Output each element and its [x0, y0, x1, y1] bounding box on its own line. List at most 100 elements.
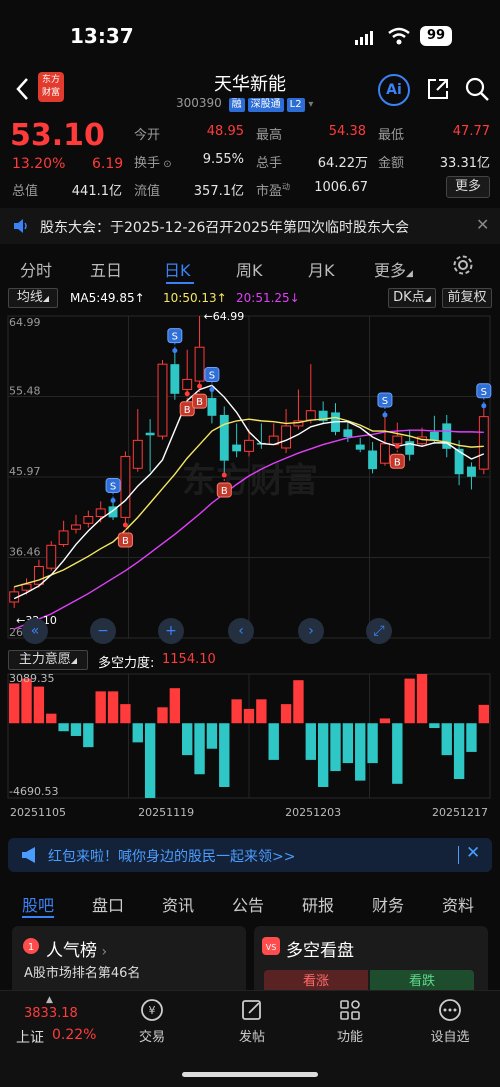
- chevron-right-icon[interactable]: ›: [298, 618, 324, 644]
- dk-bar: [83, 723, 94, 748]
- gear-icon[interactable]: [452, 254, 474, 280]
- sub-y-bottom: -4690.53: [9, 785, 58, 798]
- close-icon[interactable]: ✕: [466, 843, 480, 863]
- tab-research[interactable]: 研报: [302, 892, 334, 916]
- sell-signal-icon: S: [377, 392, 393, 418]
- turnover-label: 换手 ⊙: [134, 156, 172, 171]
- popular-title[interactable]: 人气榜 ›: [46, 936, 107, 961]
- more-icon: [439, 999, 461, 1021]
- volume-value: 64.22万: [317, 156, 368, 171]
- candle-body: [132, 439, 143, 469]
- close-icon[interactable]: ✕: [476, 215, 489, 234]
- kline-chart[interactable]: 64.9955.4845.9736.4626.95东方财富←64.99←32.1…: [0, 310, 500, 646]
- candle-body: [379, 443, 390, 464]
- signal-letter: S: [172, 332, 178, 343]
- turnover-value: 9.55%: [202, 152, 244, 167]
- low-value: 47.77: [452, 124, 490, 139]
- medal-icon: 1: [22, 937, 40, 961]
- share-icon[interactable]: [426, 77, 450, 101]
- ai-assistant-icon[interactable]: Ai: [378, 74, 410, 106]
- float-cap-label: 流值: [134, 184, 161, 199]
- ma5-label: MA5:49.85↑: [70, 291, 145, 305]
- battery-icon: 99: [420, 26, 452, 46]
- signal-letter: S: [110, 481, 116, 492]
- index-change[interactable]: 0.22%: [52, 1027, 96, 1043]
- dk-bar: [441, 723, 452, 756]
- grid-icon: [340, 1000, 360, 1020]
- tab-intraday[interactable]: 分时: [20, 257, 52, 281]
- index-value[interactable]: 3833.18: [24, 1006, 78, 1021]
- signal-letter: B: [122, 536, 129, 547]
- tab-orderbook[interactable]: 盘口: [92, 892, 124, 916]
- notice-text[interactable]: 股东大会：于2025-12-26召开2025年第四次临时股东大会: [40, 217, 409, 237]
- sell-signal-icon: S: [204, 367, 220, 393]
- sell-signal-icon: S: [167, 328, 183, 354]
- dk-bar: [21, 678, 32, 724]
- change-percent: 13.20%: [12, 156, 66, 172]
- nav-add-watchlist[interactable]: 设自选: [420, 998, 480, 1045]
- tab-weekly-k[interactable]: 周K: [236, 257, 263, 281]
- home-indicator: [182, 1072, 318, 1077]
- market-cap-label: 总值: [12, 184, 39, 199]
- tab-finance[interactable]: 财务: [372, 892, 404, 916]
- dk-bar: [355, 723, 366, 781]
- candle-body: [120, 455, 131, 518]
- more-button[interactable]: 更多: [446, 176, 490, 198]
- dk-bar: [392, 723, 403, 784]
- tab-daily-k[interactable]: 日K: [164, 257, 191, 281]
- x-tick-label: 20251203: [285, 806, 341, 819]
- tab-announcements[interactable]: 公告: [232, 892, 264, 916]
- dk-strength-value: 1154.10: [162, 652, 216, 667]
- adjust-button[interactable]: 前复权: [442, 288, 492, 308]
- tab-profile[interactable]: 资料: [442, 892, 474, 916]
- ma20-label: 20:51.25↓: [236, 291, 300, 305]
- promo-text[interactable]: 红包来啦！喊你身边的股民一起来领>>: [48, 846, 295, 866]
- megaphone-icon: [20, 846, 40, 868]
- sub-indicator-select[interactable]: 主力意愿◢: [8, 650, 88, 670]
- candle-body: [170, 364, 180, 394]
- signal-dot: [481, 403, 487, 409]
- dk-strength-label: 多空力度:: [98, 656, 155, 671]
- candle-body: [219, 414, 229, 461]
- signal-letter: S: [481, 387, 487, 398]
- signal-dot: [209, 387, 215, 393]
- dk-bar: [33, 686, 45, 724]
- expand-icon[interactable]: ⤢: [366, 618, 392, 644]
- zoom-out-icon[interactable]: −: [90, 618, 116, 644]
- nav-functions[interactable]: 功能: [320, 998, 380, 1045]
- dk-bar: [293, 680, 304, 724]
- index-name[interactable]: 上证: [16, 1027, 44, 1047]
- dk-point-button[interactable]: DK点◢: [388, 288, 436, 308]
- dk-bar: [157, 707, 168, 724]
- candle-body: [392, 435, 403, 445]
- dk-bar: [120, 704, 131, 724]
- zoom-in-icon[interactable]: +: [158, 618, 184, 644]
- tab-five-day[interactable]: 五日: [90, 257, 122, 281]
- indicator-select[interactable]: 均线◢: [8, 288, 58, 308]
- info-icon[interactable]: ⊙: [160, 159, 171, 170]
- tab-monthly-k[interactable]: 月K: [308, 257, 335, 281]
- x-tick-label: 20251105: [10, 806, 66, 819]
- sub-indicator-chart[interactable]: 3089.35 -4690.53 20251105 20251119 20251203 2…: [0, 670, 500, 830]
- candle-body: [281, 425, 292, 449]
- amount-value: 33.31亿: [439, 156, 490, 171]
- rewind-icon[interactable]: «: [22, 618, 48, 644]
- chevron-left-icon[interactable]: ‹: [228, 618, 254, 644]
- signal-dot: [382, 412, 388, 418]
- stock-code: 300390: [176, 96, 222, 110]
- stock-name: 天华新能: [214, 74, 286, 95]
- y-tick-label: 55.48: [9, 385, 41, 398]
- tab-news[interactable]: 资讯: [162, 892, 194, 916]
- tab-forum[interactable]: 股吧: [22, 892, 54, 916]
- y-tick-label: 64.99: [9, 316, 41, 329]
- stock-code-row[interactable]: 300390 融深股通 L2 ▾: [176, 96, 313, 112]
- tab-more[interactable]: 更多◢: [374, 257, 413, 281]
- candle-body: [145, 432, 155, 436]
- duokong-title[interactable]: 多空看盘: [286, 936, 354, 961]
- signal-dot: [110, 497, 116, 503]
- nav-trade[interactable]: ¥ 交易: [122, 998, 182, 1045]
- x-tick-label: 20251119: [138, 806, 194, 819]
- float-cap-value: 357.1亿: [193, 184, 244, 199]
- nav-post[interactable]: 发帖: [222, 998, 282, 1045]
- search-icon[interactable]: [464, 76, 490, 102]
